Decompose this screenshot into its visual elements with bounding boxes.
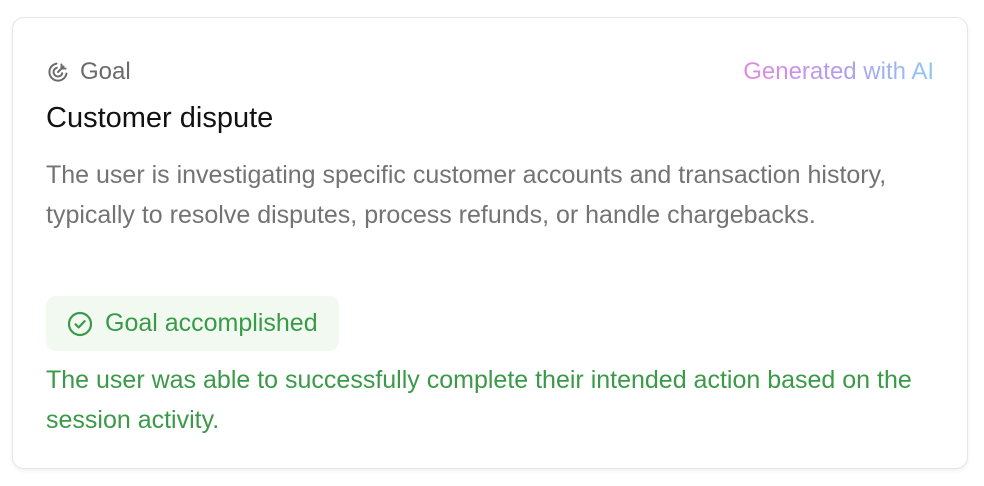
- check-circle-icon: [67, 311, 93, 337]
- goal-section-text: Goal: [80, 58, 131, 85]
- generated-with-ai-badge: Generated with AI: [743, 58, 934, 85]
- goal-status-description: The user was able to successfully comple…: [46, 366, 912, 434]
- goal-card: Goal Generated with AI Customer dispute …: [12, 17, 968, 469]
- goal-section-label: Goal: [46, 58, 131, 86]
- goal-status-label: Goal accomplished: [105, 309, 318, 337]
- goal-description: The user is investigating specific custo…: [46, 161, 887, 229]
- goal-title: Customer dispute: [46, 102, 274, 134]
- goal-target-icon: [46, 60, 70, 84]
- card-header: Goal Generated with AI: [46, 56, 934, 88]
- goal-status-badge: Goal accomplished: [46, 296, 339, 351]
